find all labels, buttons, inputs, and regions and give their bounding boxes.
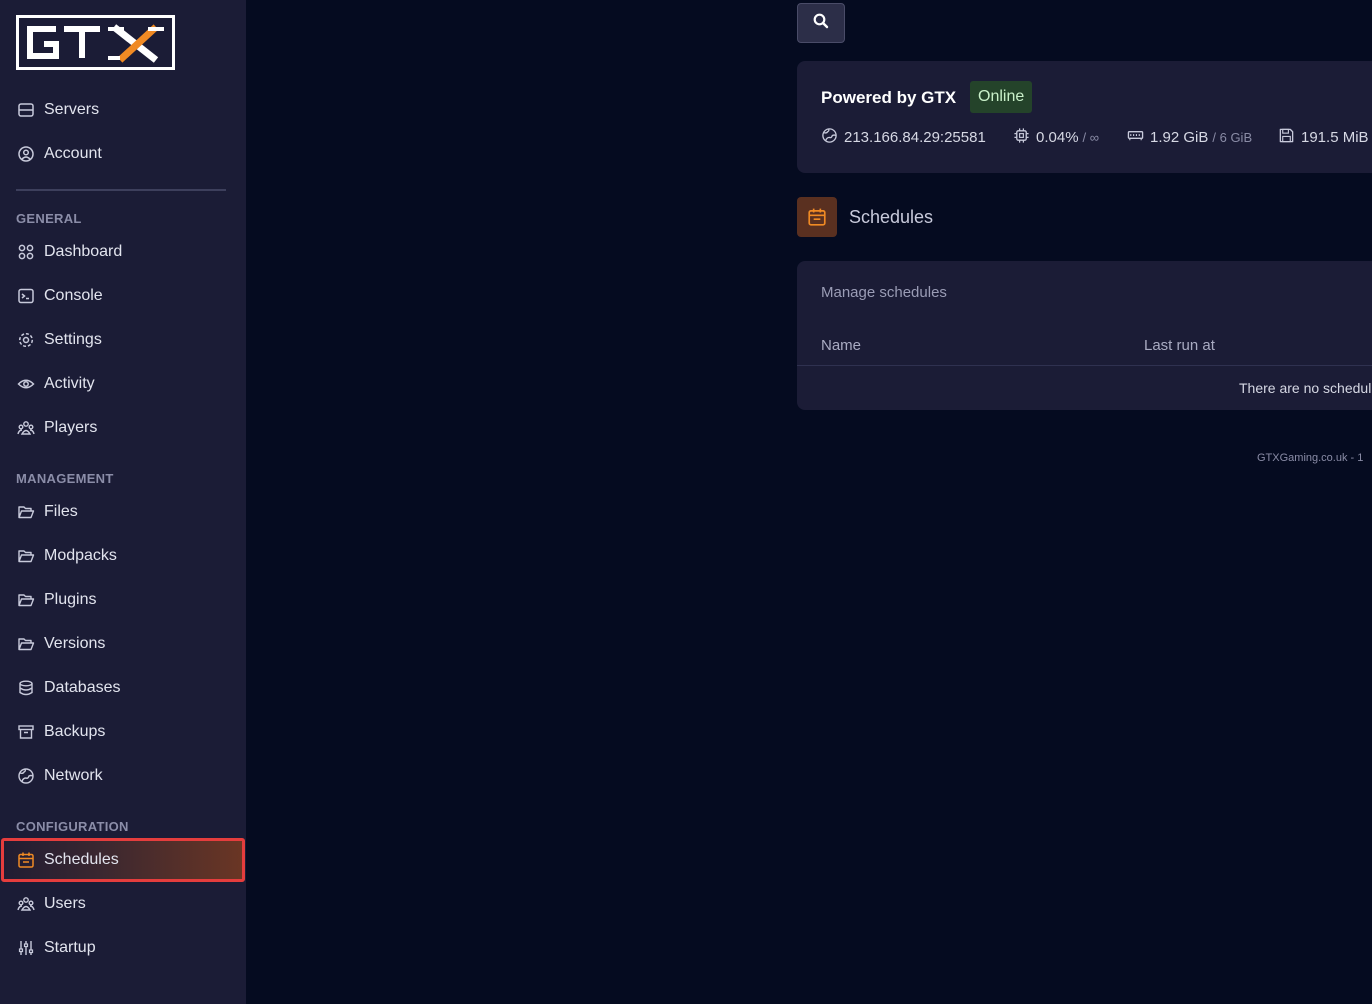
sidebar-item-label: Console (44, 287, 103, 304)
section-label-configuration: CONFIGURATION (16, 819, 129, 834)
empty-state-message: There are no schedul (1239, 380, 1372, 396)
sidebar-item-users[interactable]: Users (0, 882, 246, 926)
sidebar-item-backups[interactable]: Backups (0, 710, 246, 754)
section-label-management: MANAGEMENT (16, 471, 114, 486)
globe-icon (17, 767, 35, 785)
sidebar-item-plugins[interactable]: Plugins (0, 578, 246, 622)
main-content: Powered by GTX Online 213.166.84.29:2558… (246, 0, 1372, 1004)
sidebar-item-players[interactable]: Players (0, 406, 246, 450)
sidebar-item-label: Schedules (44, 851, 119, 868)
memory-value: 1.92 GiB (1150, 129, 1209, 146)
memory-limit: / 6 GiB (1212, 130, 1253, 145)
table-divider (797, 365, 1372, 366)
disk-usage: 191.5 MiB (1278, 127, 1369, 148)
schedules-card: Manage schedules Name Last run at There … (797, 261, 1372, 410)
server-info-card: Powered by GTX Online 213.166.84.29:2558… (797, 61, 1372, 173)
sidebar-item-label: Settings (44, 331, 102, 348)
sidebar-item-label: Databases (44, 679, 121, 696)
database-icon (17, 679, 35, 697)
sidebar-item-label: Users (44, 895, 86, 912)
sidebar-item-label: Players (44, 419, 98, 436)
users-icon (17, 895, 35, 913)
terminal-icon (17, 287, 35, 305)
address-value: 213.166.84.29:25581 (844, 129, 986, 146)
sidebar-item-label: Network (44, 767, 103, 784)
memory-usage: 1.92 GiB / 6 GiB (1127, 127, 1252, 148)
folder-icon (17, 547, 35, 565)
column-header-name: Name (821, 337, 862, 354)
folder-icon (17, 635, 35, 653)
search-button[interactable] (797, 3, 845, 43)
sidebar-item-activity[interactable]: Activity (0, 362, 246, 406)
server-name: Powered by GTX (821, 88, 957, 107)
sidebar-item-network[interactable]: Network (0, 754, 246, 798)
cpu-icon (1013, 127, 1036, 148)
globe-icon (821, 127, 844, 148)
sidebar-item-servers[interactable]: Servers (0, 88, 246, 132)
sidebar: Servers Account GENERAL Dashboard Consol… (0, 0, 246, 1004)
sidebar-item-settings[interactable]: Settings (0, 318, 246, 362)
user-circle-icon (17, 145, 35, 163)
sidebar-item-label: Activity (44, 375, 95, 392)
cpu-value: 0.04% (1036, 129, 1079, 146)
calendar-icon (17, 851, 35, 869)
sidebar-item-schedules[interactable]: Schedules (1, 838, 245, 882)
sidebar-item-label: Files (44, 503, 78, 520)
gear-icon (17, 331, 35, 349)
cpu-limit: / ∞ (1082, 130, 1100, 145)
sidebar-item-account[interactable]: Account (0, 132, 246, 176)
server-icon (17, 101, 35, 119)
sidebar-item-databases[interactable]: Databases (0, 666, 246, 710)
sidebar-item-versions[interactable]: Versions (0, 622, 246, 666)
sidebar-item-console[interactable]: Console (0, 274, 246, 318)
footer-text: GTXGaming.co.uk - 1 (1257, 452, 1364, 464)
sidebar-divider (16, 189, 226, 191)
search-icon (812, 12, 830, 35)
users-icon (17, 419, 35, 437)
sidebar-item-files[interactable]: Files (0, 490, 246, 534)
disk-value: 191.5 MiB (1301, 129, 1369, 146)
column-header-last-run: Last run at (1144, 337, 1215, 354)
gtx-logo[interactable] (16, 15, 175, 70)
sidebar-item-label: Startup (44, 939, 96, 956)
folder-icon (17, 503, 35, 521)
card-title: Manage schedules (821, 284, 947, 301)
sliders-icon (17, 939, 35, 957)
server-address[interactable]: 213.166.84.29:25581 (821, 127, 986, 148)
sidebar-item-label: Servers (44, 101, 100, 118)
calendar-icon (797, 197, 837, 237)
page-header: Schedules (797, 197, 933, 237)
sidebar-item-label: Account (44, 145, 102, 162)
grid-icon (17, 243, 35, 261)
disk-icon (1278, 127, 1301, 148)
sidebar-item-modpacks[interactable]: Modpacks (0, 534, 246, 578)
sidebar-item-label: Plugins (44, 591, 97, 608)
sidebar-item-label: Dashboard (44, 243, 123, 260)
archive-icon (17, 723, 35, 741)
status-badge: Online (970, 81, 1033, 113)
sidebar-item-label: Backups (44, 723, 106, 740)
memory-icon (1127, 127, 1150, 148)
sidebar-item-dashboard[interactable]: Dashboard (0, 230, 246, 274)
eye-icon (17, 375, 35, 393)
cpu-usage: 0.04% / ∞ (1013, 127, 1099, 148)
section-label-general: GENERAL (16, 211, 82, 226)
sidebar-item-startup[interactable]: Startup (0, 926, 246, 970)
page-title: Schedules (849, 206, 934, 227)
sidebar-item-label: Versions (44, 635, 106, 652)
folder-icon (17, 591, 35, 609)
sidebar-item-label: Modpacks (44, 547, 117, 564)
